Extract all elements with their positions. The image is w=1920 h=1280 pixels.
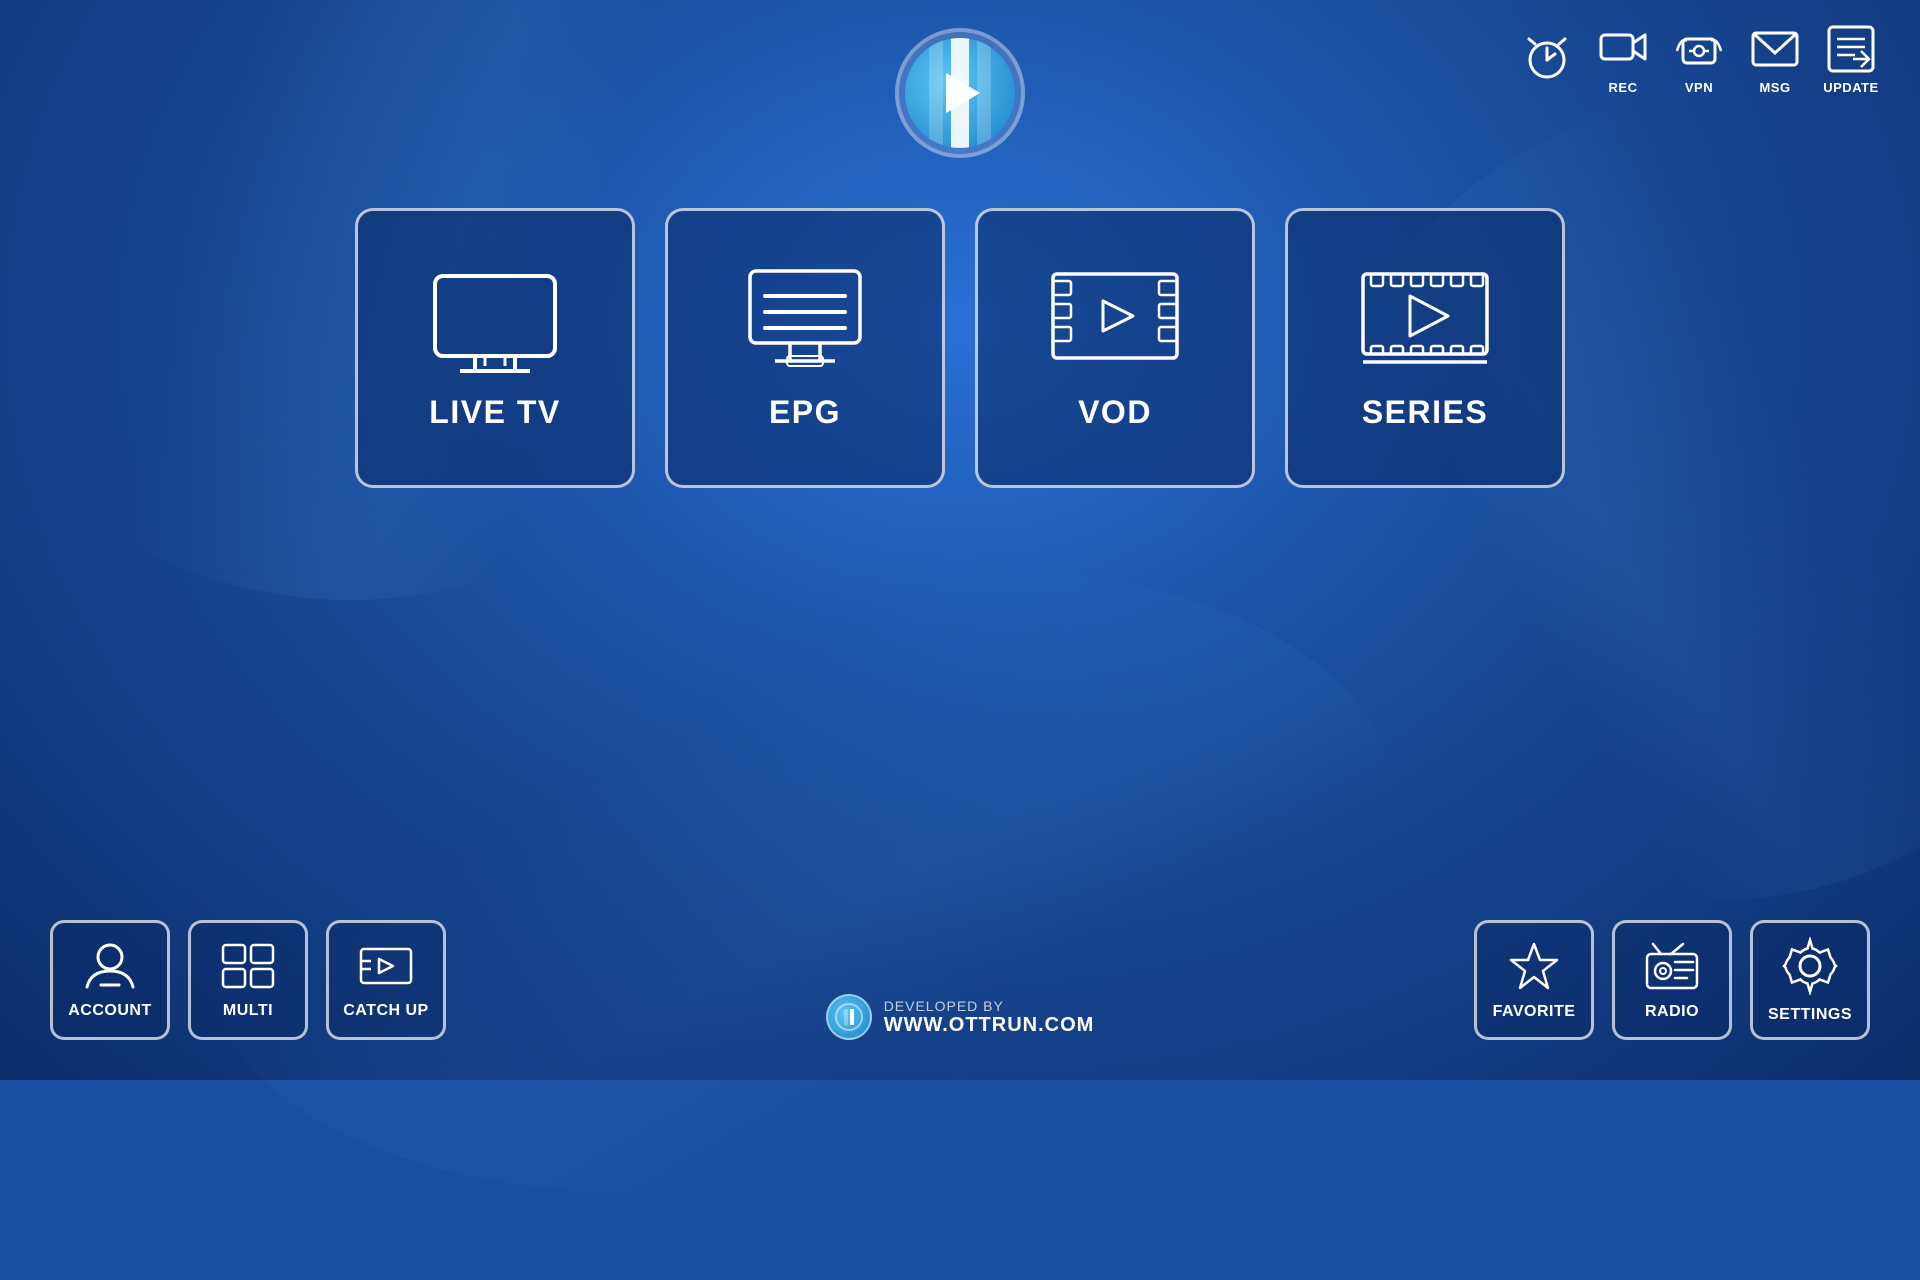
- vod-icon: [1045, 266, 1185, 376]
- top-toolbar: REC VPN: [1518, 20, 1880, 95]
- alarm-icon: [1518, 29, 1576, 87]
- bottom-bar: ACCOUNT MULTI: [0, 920, 1920, 1040]
- favorite-button[interactable]: FAVORITE: [1474, 920, 1594, 1040]
- alarm-button[interactable]: [1518, 29, 1576, 87]
- radio-icon: [1643, 940, 1701, 997]
- account-button[interactable]: ACCOUNT: [50, 920, 170, 1040]
- radio-label: RADIO: [1645, 1003, 1699, 1021]
- update-button[interactable]: UPDATE: [1822, 20, 1880, 95]
- dev-prefix: DEVELOPED BY: [884, 998, 1095, 1014]
- settings-label: SETTINGS: [1768, 1006, 1852, 1024]
- catch-up-icon: [357, 941, 415, 996]
- settings-icon: [1781, 937, 1839, 1000]
- catch-up-label: CATCH UP: [343, 1002, 428, 1020]
- live-tv-button[interactable]: LIVE TV: [355, 208, 635, 488]
- live-tv-label: LIVE TV: [429, 394, 560, 431]
- rec-icon: [1594, 20, 1652, 78]
- favorite-label: FAVORITE: [1493, 1003, 1576, 1021]
- multi-icon: [219, 941, 277, 996]
- account-label: ACCOUNT: [68, 1002, 152, 1020]
- developer-credit: DEVELOPED BY WWW.OTTRUN.COM: [826, 994, 1095, 1040]
- play-icon: [946, 73, 980, 113]
- settings-button[interactable]: SETTINGS: [1750, 920, 1870, 1040]
- favorite-icon: [1505, 940, 1563, 997]
- bottom-right-group: FAVORITE RADI: [1474, 920, 1870, 1040]
- dev-logo-icon: [826, 994, 872, 1040]
- vpn-label: VPN: [1685, 80, 1713, 95]
- vpn-icon: [1670, 20, 1728, 78]
- header: REC VPN: [0, 0, 1920, 158]
- rec-label: REC: [1609, 80, 1638, 95]
- account-icon: [81, 941, 139, 996]
- dev-url: WWW.OTTRUN.COM: [884, 1014, 1095, 1037]
- series-icon: [1355, 266, 1495, 376]
- msg-label: MSG: [1759, 80, 1790, 95]
- app-logo: [895, 28, 1025, 158]
- vod-label: VOD: [1078, 394, 1152, 431]
- vod-button[interactable]: VOD: [975, 208, 1255, 488]
- live-tv-icon: [425, 266, 565, 376]
- multi-label: MULTI: [223, 1002, 273, 1020]
- vpn-button[interactable]: VPN: [1670, 20, 1728, 95]
- bottom-left-group: ACCOUNT MULTI: [50, 920, 446, 1040]
- msg-icon: [1746, 20, 1804, 78]
- main-menu: LIVE TV EPG: [355, 208, 1565, 488]
- series-label: SERIES: [1362, 394, 1488, 431]
- rec-button[interactable]: REC: [1594, 20, 1652, 95]
- epg-label: EPG: [769, 394, 841, 431]
- series-button[interactable]: SERIES: [1285, 208, 1565, 488]
- epg-icon: [735, 266, 875, 376]
- radio-button[interactable]: RADIO: [1612, 920, 1732, 1040]
- multi-button[interactable]: MULTI: [188, 920, 308, 1040]
- update-label: UPDATE: [1823, 80, 1878, 95]
- msg-button[interactable]: MSG: [1746, 20, 1804, 95]
- catch-up-button[interactable]: CATCH UP: [326, 920, 446, 1040]
- epg-button[interactable]: EPG: [665, 208, 945, 488]
- update-icon: [1822, 20, 1880, 78]
